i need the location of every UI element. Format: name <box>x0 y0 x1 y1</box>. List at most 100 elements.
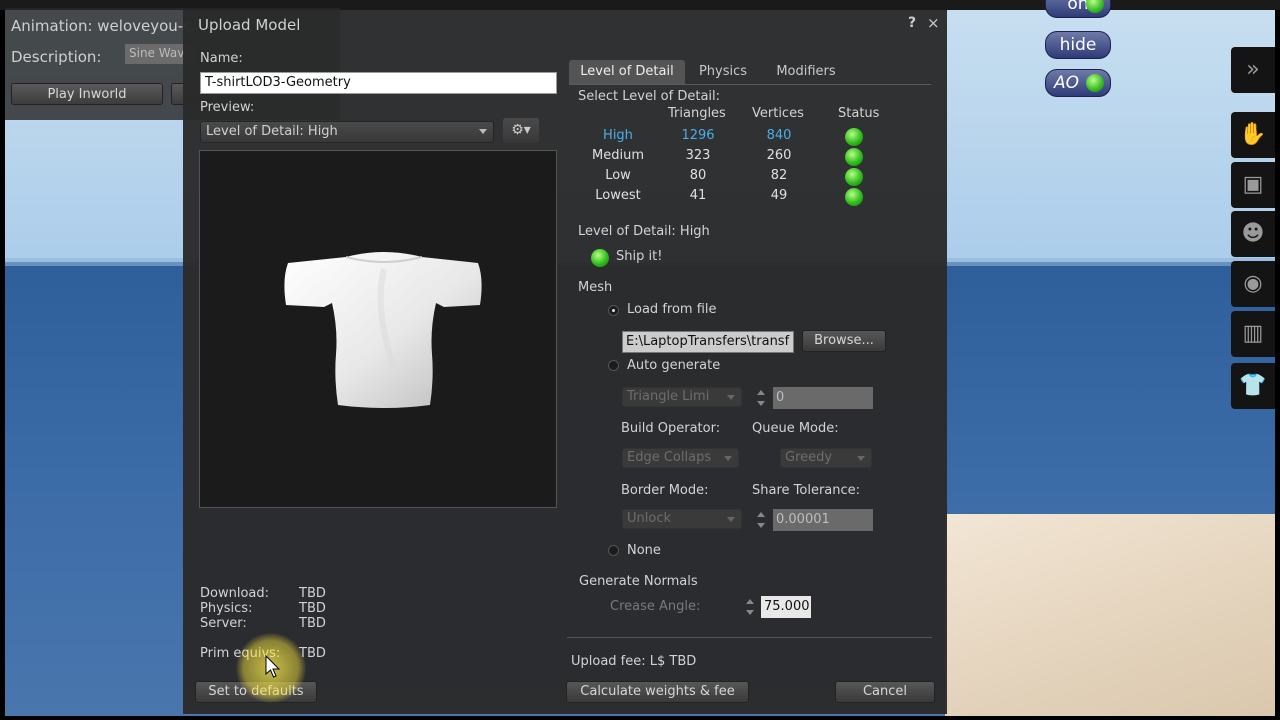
chevron-down-icon <box>727 517 735 522</box>
description-label: Description: <box>11 48 102 66</box>
mouse-pointer-icon <box>265 655 281 678</box>
border-mode-value: Unlock <box>627 511 671 526</box>
share-tolerance-stepper[interactable] <box>753 509 769 531</box>
lod-level: Lowest <box>595 188 641 203</box>
triangle-count-field[interactable]: 0 <box>773 387 873 409</box>
chevron-down-icon <box>724 456 732 461</box>
globe-icon[interactable]: ◉ <box>1231 261 1275 307</box>
queue-mode-value: Greedy <box>785 450 833 465</box>
cancel-button[interactable]: Cancel <box>835 681 935 703</box>
upload-fee-label: Upload fee: L$ TBD <box>571 654 697 669</box>
model-preview[interactable] <box>199 150 557 508</box>
hand-icon[interactable]: ✋ <box>1231 112 1275 158</box>
status-ok-icon <box>845 168 863 186</box>
tab-modifiers[interactable]: Modifiers <box>761 60 851 84</box>
lod-vertices: 49 <box>770 188 788 203</box>
lod-vertices: 840 <box>766 128 792 143</box>
lod-level: High <box>603 128 633 143</box>
server-label: Server: <box>200 616 247 631</box>
tab-physics[interactable]: Physics <box>685 60 761 84</box>
generate-normals-label: Generate Normals <box>579 574 698 589</box>
border-mode-label: Border Mode: <box>621 483 709 498</box>
inventory-icon[interactable]: ▥ <box>1231 311 1275 357</box>
queue-mode-select[interactable]: Greedy <box>780 448 872 468</box>
triangle-stepper[interactable] <box>753 387 769 409</box>
tab-level-of-detail[interactable]: Level of Detail <box>569 60 685 84</box>
physics-value: TBD <box>299 601 326 616</box>
status-ok-icon <box>845 128 863 146</box>
browse-button[interactable]: Browse... <box>802 330 886 352</box>
status-ok-icon <box>845 148 863 166</box>
name-label: Name: <box>200 51 243 66</box>
lod-triangles: 323 <box>685 148 711 163</box>
status-light-icon <box>1086 0 1104 13</box>
auto-generate-radio[interactable] <box>608 360 619 371</box>
triangle-limit-select[interactable]: Triangle Limi <box>622 387 742 407</box>
share-tolerance-label: Share Tolerance: <box>752 483 861 498</box>
server-value: TBD <box>299 616 326 631</box>
ao-label: AO <box>1054 73 1080 93</box>
file-path-input[interactable]: E:\LaptopTransfers\transf <box>622 331 794 353</box>
build-operator-select[interactable]: Edge Collaps <box>622 448 739 468</box>
divider <box>567 637 932 638</box>
people-icon[interactable]: ☻ <box>1231 211 1275 257</box>
load-from-file-label: Load from file <box>627 302 717 317</box>
chevron-down-icon <box>479 129 487 134</box>
right-sidebar: » ✋ ▣ ☻ ◉ ▥ 👕 <box>1231 47 1275 419</box>
person-card-icon[interactable]: ▣ <box>1231 162 1275 208</box>
lod-triangles: 80 <box>689 168 707 183</box>
none-label: None <box>627 543 661 558</box>
triangle-limit-value: Triangle Limi <box>627 389 710 404</box>
ship-it-label: Ship it! <box>616 249 663 264</box>
hud-toggle-button[interactable]: on <box>1045 0 1111 18</box>
auto-generate-label: Auto generate <box>627 358 721 373</box>
lod-vertices: 260 <box>766 148 792 163</box>
status-light-icon <box>1086 74 1104 92</box>
lod-triangles: 1296 <box>681 128 715 143</box>
gear-icon[interactable]: ⚙▾ <box>503 118 539 143</box>
status-ok-icon <box>845 188 863 206</box>
dialog-title: Upload Model <box>198 16 301 34</box>
border-mode-select[interactable]: Unlock <box>622 509 742 529</box>
vertices-header: Vertices <box>752 106 804 121</box>
crease-angle-stepper[interactable] <box>742 596 758 618</box>
upload-model-dialog: Upload Model ? × Name: T-shirtLOD3-Geome… <box>183 10 947 714</box>
status-header: Status <box>838 106 880 121</box>
preview-lod-select[interactable]: Level of Detail: High <box>200 121 494 143</box>
lod-vertices: 82 <box>770 168 788 183</box>
build-operator-label: Build Operator: <box>621 421 721 436</box>
select-lod-label: Select Level of Detail: <box>578 89 721 104</box>
ship-it-status-icon <box>591 249 609 267</box>
queue-mode-label: Queue Mode: <box>752 421 839 436</box>
chevron-down-icon <box>727 395 735 400</box>
download-label: Download: <box>200 586 269 601</box>
mesh-label: Mesh <box>578 280 613 295</box>
help-icon[interactable]: ? <box>908 15 916 31</box>
share-tolerance-field[interactable]: 0.00001 <box>773 509 873 531</box>
load-from-file-radio[interactable] <box>608 305 619 316</box>
shirt-icon[interactable]: 👕 <box>1231 363 1275 409</box>
play-inworld-button[interactable]: Play Inworld <box>11 83 163 105</box>
crease-angle-field[interactable]: 75.000 <box>761 596 811 618</box>
lod-level: Low <box>605 168 631 183</box>
physics-label: Physics: <box>200 601 253 616</box>
lod-level: Medium <box>592 148 644 163</box>
build-operator-value: Edge Collaps <box>627 450 712 465</box>
triangles-header: Triangles <box>668 106 726 121</box>
current-lod-label: Level of Detail: High <box>578 224 710 239</box>
lod-triangles: 41 <box>689 188 707 203</box>
download-value: TBD <box>299 586 326 601</box>
name-input[interactable]: T-shirtLOD3-Geometry <box>200 72 557 94</box>
double-chevron-right-icon[interactable]: » <box>1231 47 1275 93</box>
sand-ground <box>945 514 1275 716</box>
none-radio[interactable] <box>608 545 619 556</box>
animation-title: Animation: weloveyou-c <box>11 17 192 35</box>
shirt-model-icon <box>284 252 482 408</box>
close-icon[interactable]: × <box>927 14 940 32</box>
preview-lod-value: Level of Detail: High <box>206 124 338 139</box>
hud-hide-button[interactable]: hide <box>1045 31 1111 59</box>
hud-ao-button[interactable]: AO <box>1045 69 1111 97</box>
crease-angle-label: Crease Angle: <box>610 599 701 614</box>
tab-bar: Level of Detail Physics Modifiers <box>569 60 931 85</box>
calculate-weights-button[interactable]: Calculate weights & fee <box>566 681 749 703</box>
